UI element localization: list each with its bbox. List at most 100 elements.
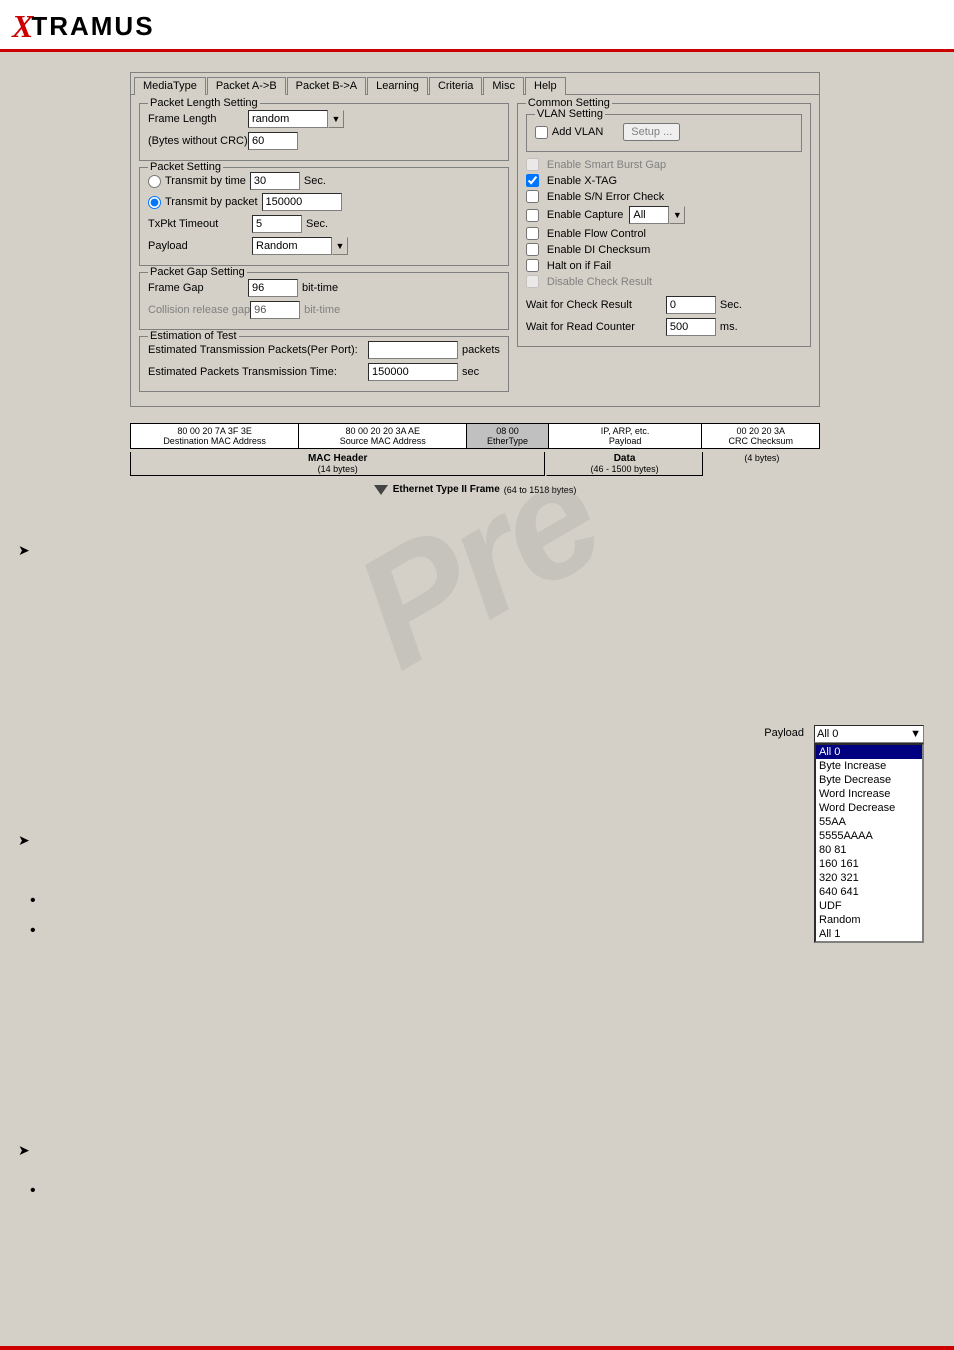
payload-dropdown-btn[interactable]: ▼ — [332, 237, 348, 255]
collision-input — [250, 301, 300, 319]
capture-row: Enable Capture ▼ — [526, 206, 802, 224]
di-checksum-row: Enable DI Checksum — [526, 243, 802, 256]
wait-section: Wait for Check Result Sec. Wait for Read… — [526, 296, 802, 336]
packet-length-title: Packet Length Setting — [148, 97, 260, 109]
bytes-value-input[interactable] — [248, 132, 298, 150]
wait-read-input[interactable] — [666, 318, 716, 336]
tab-control: MediaType Packet A->B Packet B->A Learni… — [130, 72, 820, 407]
flow-control-row: Enable Flow Control — [526, 227, 802, 240]
transmit-time-unit: Sec. — [304, 175, 326, 187]
listbox-item-5555aaaa[interactable]: 5555AAAA — [816, 829, 922, 843]
collision-row: Collision release gap bit-time — [148, 301, 500, 319]
tab-packet-ba[interactable]: Packet B->A — [287, 77, 366, 95]
packet-setting-group: Packet Setting Transmit by time Sec. Tra… — [139, 167, 509, 266]
mac-header-bytes: (14 bytes) — [132, 464, 543, 474]
xtag-checkbox[interactable] — [526, 174, 539, 187]
tab-bar: MediaType Packet A->B Packet B->A Learni… — [131, 73, 819, 95]
txpkt-unit: Sec. — [306, 218, 328, 230]
packet-gap-title: Packet Gap Setting — [148, 266, 247, 278]
listbox-item-8081[interactable]: 80 81 — [816, 843, 922, 857]
capture-dropdown-btn[interactable]: ▼ — [669, 206, 685, 224]
wait-check-input[interactable] — [666, 296, 716, 314]
tab-learning[interactable]: Learning — [367, 77, 428, 95]
logo-x: X — [12, 8, 31, 45]
smart-burst-checkbox[interactable] — [526, 158, 539, 171]
vlan-title: VLAN Setting — [535, 108, 605, 120]
sn-error-checkbox[interactable] — [526, 190, 539, 203]
arrow-marker-2: ➤ — [18, 832, 30, 849]
capture-checkbox[interactable] — [526, 209, 539, 222]
common-setting-group: Common Setting VLAN Setting Add VLAN Set… — [517, 103, 811, 347]
transmit-packet-input[interactable] — [262, 193, 342, 211]
data-bytes: (46 - 1500 bytes) — [548, 464, 700, 474]
payload-combo: ▼ — [252, 237, 348, 255]
logo-text: TRAMUS — [31, 11, 154, 42]
packet-setting-title: Packet Setting — [148, 161, 223, 173]
listbox-item-320321[interactable]: 320 321 — [816, 871, 922, 885]
transmit-packet-radio[interactable] — [148, 196, 161, 209]
listbox-item-byte-increase[interactable]: Byte Increase — [816, 759, 922, 773]
per-port-row: Estimated Transmission Packets(Per Port)… — [148, 341, 500, 359]
dst-mac-cell: 80 00 20 7A 3F 3E Destination MAC Addres… — [130, 423, 299, 449]
di-checksum-checkbox[interactable] — [526, 243, 539, 256]
frame-length-input[interactable] — [248, 110, 328, 128]
packet-cells-row: 80 00 20 7A 3F 3E Destination MAC Addres… — [130, 423, 820, 449]
crc-bytes: (4 bytes) — [705, 453, 819, 463]
add-vlan-checkbox[interactable] — [535, 126, 548, 139]
per-port-input[interactable] — [368, 341, 458, 359]
bullet-2: • — [30, 922, 36, 940]
listbox-item-all0[interactable]: All 0 — [816, 745, 922, 759]
tab-mediatype[interactable]: MediaType — [134, 77, 206, 95]
listbox-item-55aa[interactable]: 55AA — [816, 815, 922, 829]
tab-packet-ab[interactable]: Packet A->B — [207, 77, 286, 95]
transmit-time-input[interactable] — [250, 172, 300, 190]
frame-length-dropdown-btn[interactable]: ▼ — [328, 110, 344, 128]
payload-combobox[interactable]: All 0 ▼ — [814, 725, 924, 743]
listbox-item-all1[interactable]: All 1 — [816, 927, 922, 941]
disable-check-label: Disable Check Result — [547, 276, 652, 288]
listbox-item-udf[interactable]: UDF — [816, 899, 922, 913]
listbox-item-byte-decrease[interactable]: Byte Decrease — [816, 773, 922, 787]
xtag-row: Enable X-TAG — [526, 174, 802, 187]
capture-input[interactable] — [629, 206, 669, 224]
payload-input[interactable] — [252, 237, 332, 255]
setup-button[interactable]: Setup ... — [623, 123, 680, 141]
halt-fail-label: Halt on if Fail — [547, 260, 611, 272]
per-port-label: Estimated Transmission Packets(Per Port)… — [148, 344, 368, 356]
payload-select-area: All 0 ▼ All 0 Byte Increase Byte Decreas… — [814, 725, 924, 743]
frame-length-label: Frame Length — [148, 113, 248, 125]
add-vlan-row: Add VLAN Setup ... — [535, 123, 793, 141]
tab-misc[interactable]: Misc — [483, 77, 524, 95]
crc-hex: 00 20 20 3A — [706, 426, 815, 436]
wait-check-unit: Sec. — [720, 299, 742, 311]
listbox-item-word-increase[interactable]: Word Increase — [816, 787, 922, 801]
tab-criteria[interactable]: Criteria — [429, 77, 482, 95]
disable-check-checkbox[interactable] — [526, 275, 539, 288]
tab-content: Packet Length Setting Frame Length ▼ (By… — [131, 95, 819, 406]
smart-burst-label: Enable Smart Burst Gap — [547, 159, 666, 171]
bullet-1: • — [30, 892, 36, 910]
flow-control-checkbox[interactable] — [526, 227, 539, 240]
payload-cell: IP, ARP, etc. Payload — [549, 423, 703, 449]
listbox-item-640641[interactable]: 640 641 — [816, 885, 922, 899]
frame-gap-input[interactable] — [248, 279, 298, 297]
txpkt-value-input[interactable] — [252, 215, 302, 233]
listbox-item-160161[interactable]: 160 161 — [816, 857, 922, 871]
data-bracket: Data (46 - 1500 bytes) — [546, 452, 702, 476]
halt-fail-checkbox[interactable] — [526, 259, 539, 272]
listbox-item-random[interactable]: Random — [816, 913, 922, 927]
mac-header-bracket: MAC Header (14 bytes) — [130, 452, 545, 476]
payload-hex: IP, ARP, etc. — [553, 426, 698, 436]
arrow-marker-1: ➤ — [18, 542, 30, 559]
transmit-time-radio[interactable] — [148, 175, 161, 188]
listbox-item-word-decrease[interactable]: Word Decrease — [816, 801, 922, 815]
two-col-layout: Packet Length Setting Frame Length ▼ (By… — [139, 103, 811, 398]
per-port-unit: packets — [462, 344, 500, 356]
disable-check-row: Disable Check Result — [526, 275, 802, 288]
payload-combobox-arrow: ▼ — [910, 728, 921, 740]
tab-help[interactable]: Help — [525, 77, 566, 95]
payload-listbox: All 0 Byte Increase Byte Decrease Word I… — [814, 743, 924, 943]
txpkt-timeout-row: TxPkt Timeout Sec. — [148, 215, 500, 233]
time-label: Estimated Packets Transmission Time: — [148, 366, 368, 378]
time-input[interactable] — [368, 363, 458, 381]
